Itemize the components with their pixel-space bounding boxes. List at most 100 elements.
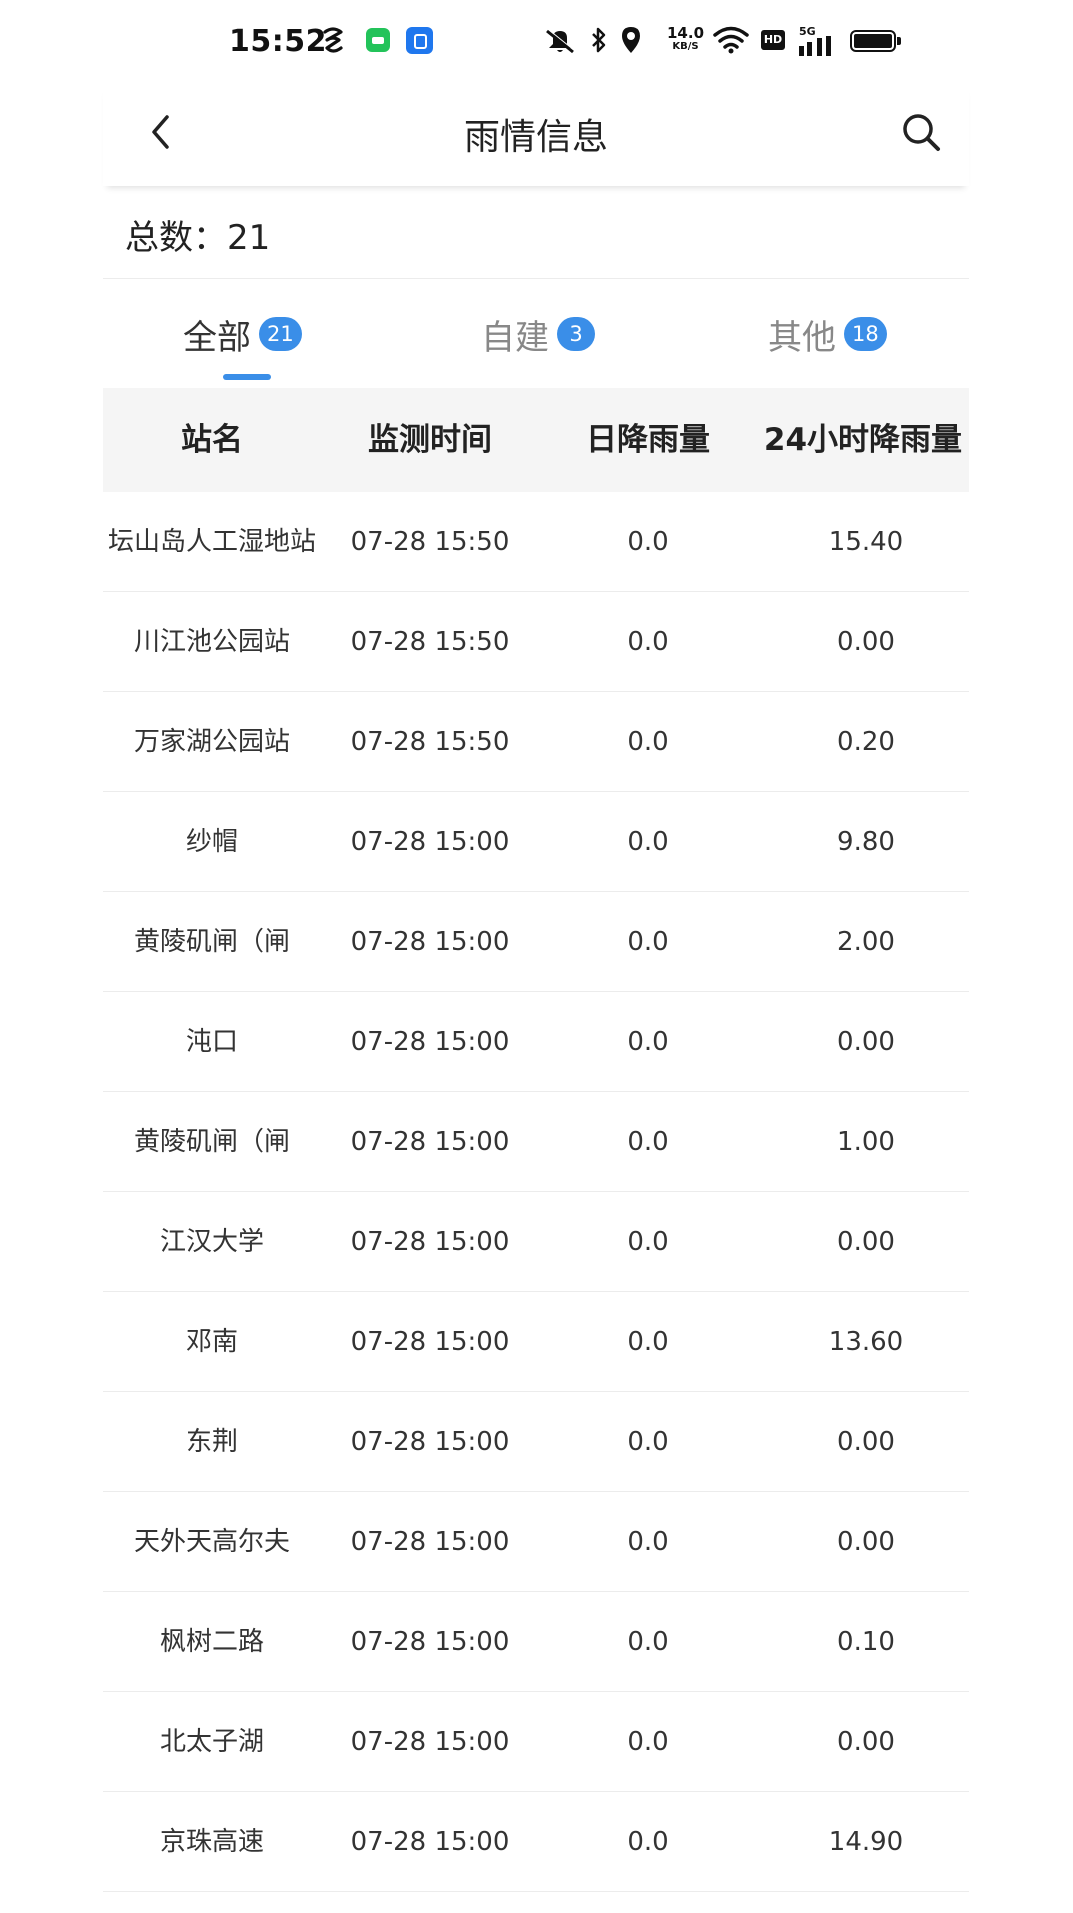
net-speed-value: 14.0 — [667, 24, 705, 42]
cell-time: 07-28 15:00 — [350, 1527, 510, 1557]
cell-daily-rain: 0.0 — [627, 1527, 669, 1557]
cell-time: 07-28 15:50 — [350, 627, 510, 657]
cell-station: 枫树二路 — [159, 1627, 264, 1657]
cell-time: 07-28 15:00 — [350, 1627, 510, 1657]
table-body: 坛山岛人工湿地站 07-28 15:50 0.0 15.40 川江池公园站 07-28 1… — [103, 492, 969, 1892]
cell-daily-rain: 0.0 — [627, 627, 669, 657]
cell-time: 07-28 15:00 — [350, 1827, 510, 1857]
cell-24h-rain: 0.00 — [837, 1027, 895, 1057]
table-row[interactable]: 沌口 07-28 15:00 0.0 0.00 — [103, 992, 969, 1092]
tab-bar: 全部 21 自建 3 其他 18 — [103, 278, 969, 388]
cell-24h-rain: 13.60 — [828, 1327, 904, 1357]
tab-label: 全部 — [183, 317, 251, 358]
table-row[interactable]: 万家湖公园站 07-28 15:50 0.0 0.20 — [103, 692, 969, 792]
cell-daily-rain: 0.0 — [627, 1227, 669, 1257]
cell-station: 天外天高尔夫 — [133, 1527, 290, 1557]
cell-24h-rain: 0.00 — [837, 627, 895, 657]
screen: 15:52 14.0 KB/S HD 5G 雨情信息 总数：21 全部 21 自… — [103, 0, 969, 1913]
app-green-icon — [366, 28, 390, 52]
net-speed-unit: KB/S — [672, 41, 699, 52]
cell-daily-rain: 0.0 — [627, 1727, 669, 1757]
search-button[interactable] — [893, 104, 949, 160]
cell-24h-rain: 9.80 — [837, 827, 895, 857]
table-row[interactable]: 北太子湖 07-28 15:00 0.0 0.00 — [103, 1692, 969, 1792]
column-header-24h-rain[interactable]: 24小时降雨量 — [757, 388, 969, 492]
nfc-icon — [323, 27, 343, 53]
signal-icon — [799, 36, 831, 56]
table-row[interactable]: 天外天高尔夫 07-28 15:00 0.0 0.00 — [103, 1492, 969, 1592]
battery-icon — [850, 30, 901, 52]
cell-24h-rain: 0.20 — [837, 727, 895, 757]
table-row[interactable]: 邓南 07-28 15:00 0.0 13.60 — [103, 1292, 969, 1392]
count-badge: 18 — [844, 317, 887, 351]
total-count: 总数：21 — [125, 218, 271, 258]
cell-time: 07-28 15:00 — [350, 1027, 510, 1057]
hd-indicator: HD — [761, 30, 785, 50]
cell-station: 东荆 — [185, 1427, 238, 1457]
table-row[interactable]: 京珠高速 07-28 15:00 0.0 14.90 — [103, 1792, 969, 1892]
cell-daily-rain: 0.0 — [627, 1827, 669, 1857]
cell-station: 川江池公园站 — [133, 627, 290, 657]
cell-24h-rain: 0.10 — [837, 1627, 895, 1657]
cell-daily-rain: 0.0 — [627, 1027, 669, 1057]
tab-self-built[interactable]: 自建 3 — [481, 308, 595, 360]
cell-24h-rain: 0.00 — [837, 1727, 895, 1757]
cell-time: 07-28 15:00 — [350, 1427, 510, 1457]
cell-station: 江汉大学 — [159, 1227, 264, 1257]
cell-time: 07-28 15:00 — [350, 827, 510, 857]
cell-station: 黄陵矶闸（闸 — [133, 927, 290, 957]
cell-station: 坛山岛人工湿地站 — [107, 527, 316, 557]
cell-daily-rain: 0.0 — [627, 1627, 669, 1657]
cell-station: 北太子湖 — [159, 1727, 264, 1757]
column-header-daily-rain[interactable]: 日降雨量 — [539, 388, 757, 492]
table-row[interactable]: 枫树二路 07-28 15:00 0.0 0.10 — [103, 1592, 969, 1692]
cell-station: 邓南 — [185, 1327, 238, 1357]
cell-time: 07-28 15:00 — [350, 927, 510, 957]
column-header-time[interactable]: 监测时间 — [321, 388, 539, 492]
table-row[interactable]: 黄陵矶闸（闸 07-28 15:00 0.0 2.00 — [103, 892, 969, 992]
cell-24h-rain: 2.00 — [837, 927, 895, 957]
app-blue-icon — [406, 27, 433, 54]
cell-time: 07-28 15:50 — [350, 527, 510, 557]
count-badge: 3 — [557, 317, 595, 351]
cell-24h-rain: 0.00 — [837, 1427, 895, 1457]
wifi-icon — [713, 26, 749, 54]
tab-all[interactable]: 全部 21 — [183, 308, 302, 360]
table-row[interactable]: 黄陵矶闸（闸 07-28 15:00 0.0 1.00 — [103, 1092, 969, 1192]
cell-daily-rain: 0.0 — [627, 1327, 669, 1357]
active-tab-indicator — [223, 374, 271, 380]
cell-24h-rain: 14.90 — [828, 1827, 904, 1857]
tab-other[interactable]: 其他 18 — [768, 308, 887, 360]
table-row[interactable]: 东荆 07-28 15:00 0.0 0.00 — [103, 1392, 969, 1492]
cell-time: 07-28 15:00 — [350, 1127, 510, 1157]
cell-24h-rain: 1.00 — [837, 1127, 895, 1157]
bluetooth-icon — [592, 27, 606, 53]
table-header: 站名 监测时间 日降雨量 24小时降雨量 — [103, 388, 969, 492]
cell-station: 沌口 — [185, 1027, 238, 1057]
cell-daily-rain: 0.0 — [627, 1427, 669, 1457]
nav-bar: 雨情信息 — [103, 84, 969, 186]
cell-daily-rain: 0.0 — [627, 827, 669, 857]
cell-station: 纱帽 — [185, 827, 238, 857]
cell-daily-rain: 0.0 — [627, 1127, 669, 1157]
table-row[interactable]: 江汉大学 07-28 15:00 0.0 0.00 — [103, 1192, 969, 1292]
status-time: 15:52 — [229, 24, 327, 59]
table-row[interactable]: 川江池公园站 07-28 15:50 0.0 0.00 — [103, 592, 969, 692]
total-summary: 总数：21 — [103, 186, 969, 279]
table-row[interactable]: 纱帽 07-28 15:00 0.0 9.80 — [103, 792, 969, 892]
cell-24h-rain: 0.00 — [837, 1527, 895, 1557]
page-title: 雨情信息 — [463, 117, 608, 158]
column-header-station[interactable]: 站名 — [103, 388, 321, 492]
cell-time: 07-28 15:00 — [350, 1727, 510, 1757]
table-row[interactable]: 坛山岛人工湿地站 07-28 15:50 0.0 15.40 — [103, 492, 969, 592]
search-icon — [903, 114, 940, 151]
cell-station: 黄陵矶闸（闸 — [133, 1127, 290, 1157]
count-badge: 21 — [259, 317, 302, 351]
cell-daily-rain: 0.0 — [627, 527, 669, 557]
cell-24h-rain: 15.40 — [828, 527, 904, 557]
cell-daily-rain: 0.0 — [627, 927, 669, 957]
mute-icon — [546, 29, 575, 54]
tab-label: 自建 — [481, 317, 549, 358]
cell-daily-rain: 0.0 — [627, 727, 669, 757]
status-bar: 15:52 14.0 KB/S HD 5G — [103, 0, 969, 84]
